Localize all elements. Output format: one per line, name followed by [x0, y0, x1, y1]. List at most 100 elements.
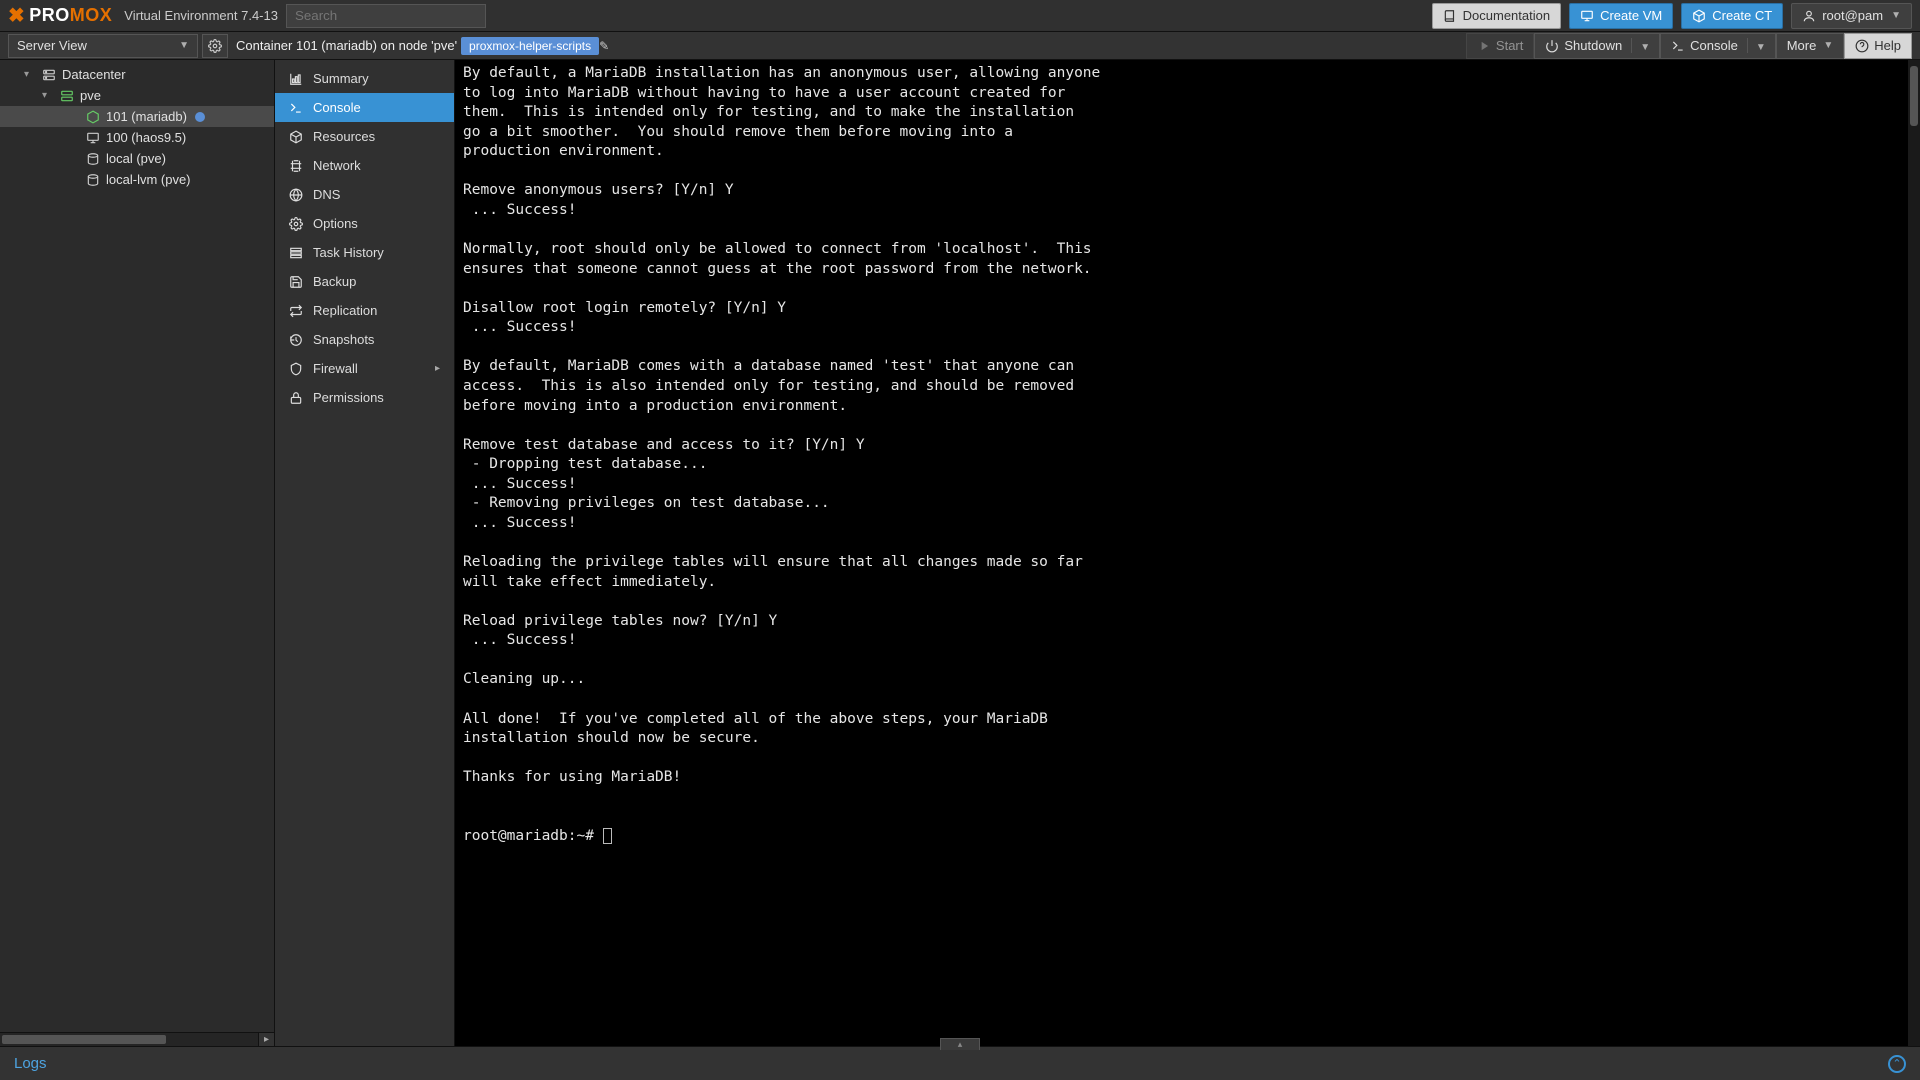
console-button[interactable]: Console ▼	[1660, 33, 1776, 59]
tab-task-history[interactable]: Task History	[275, 238, 454, 267]
shutdown-button[interactable]: Shutdown ▼	[1534, 33, 1660, 59]
tab-summary[interactable]: Summary	[275, 64, 454, 93]
vm-icon	[86, 131, 100, 145]
user-label: root@pam	[1822, 8, 1883, 23]
user-menu-button[interactable]: root@pam ▼	[1791, 3, 1912, 29]
resource-tag[interactable]: proxmox-helper-scripts	[461, 37, 599, 55]
server-icon	[42, 68, 56, 82]
user-icon	[1802, 9, 1816, 23]
top-bar: ✖ PROMOX Virtual Environment 7.4-13 Docu…	[0, 0, 1920, 32]
tab-label: Permissions	[313, 390, 384, 405]
chevron-down-icon: ▼	[1823, 40, 1833, 51]
logo-pro: PRO	[29, 5, 70, 25]
search-input[interactable]	[286, 4, 486, 28]
tree-node-label: Datacenter	[62, 67, 126, 82]
tree-node-label: local-lvm (pve)	[106, 172, 191, 187]
tab-label: Resources	[313, 129, 375, 144]
chart-icon	[289, 72, 303, 86]
tree-settings-button[interactable]	[202, 34, 228, 58]
tree-node-label: 101 (mariadb)	[106, 109, 187, 124]
lxc-icon	[86, 110, 100, 124]
terminal-icon	[1671, 39, 1685, 53]
cube-icon	[289, 130, 303, 144]
tree-node-3[interactable]: 100 (haos9.5)	[0, 127, 274, 148]
console-terminal[interactable]: By default, a MariaDB installation has a…	[455, 60, 1920, 1046]
tab-firewall[interactable]: Firewall▸	[275, 354, 454, 383]
cube-icon	[1692, 9, 1706, 23]
gear-icon	[208, 39, 222, 53]
tree-view-label: Server View	[17, 38, 87, 53]
help-button[interactable]: Help	[1844, 33, 1912, 59]
tree-expand-icon[interactable]: ▾	[42, 90, 54, 101]
tab-backup[interactable]: Backup	[275, 267, 454, 296]
tab-label: Console	[313, 100, 361, 115]
tab-replication[interactable]: Replication	[275, 296, 454, 325]
scrollbar-thumb[interactable]	[1910, 66, 1918, 126]
bottom-panel: Logs ⌃	[0, 1046, 1920, 1080]
tab-dns[interactable]: DNS	[275, 180, 454, 209]
book-icon	[1443, 9, 1457, 23]
tab-label: Network	[313, 158, 361, 173]
chevron-down-icon: ▼	[1756, 42, 1766, 53]
tab-permissions[interactable]: Permissions	[275, 383, 454, 412]
documentation-button[interactable]: Documentation	[1432, 3, 1561, 29]
create-vm-label: Create VM	[1600, 8, 1662, 23]
logo-x-icon: ✖	[8, 3, 25, 28]
chevron-down-icon: ▼	[1891, 10, 1901, 21]
node-icon	[60, 89, 74, 103]
tab-label: Summary	[313, 71, 369, 86]
tree-node-2[interactable]: 101 (mariadb)	[0, 106, 274, 127]
list-icon	[289, 246, 303, 260]
storage-icon	[86, 152, 100, 166]
log-panel-drag-handle[interactable]: ▴	[940, 1038, 980, 1050]
tab-label: Replication	[313, 303, 377, 318]
tree-expand-icon[interactable]: ▾	[24, 69, 36, 80]
tab-console[interactable]: Console	[275, 93, 454, 122]
shutdown-menu-button[interactable]: ▼	[1631, 38, 1656, 53]
resource-tree: ▾ Datacenter ▾ pve 101 (mariadb) 100 (haos9.5…	[0, 60, 275, 1046]
console-scrollbar[interactable]	[1908, 60, 1920, 1046]
start-button[interactable]: Start	[1466, 33, 1534, 59]
logo-mox: MOX	[70, 5, 113, 25]
expand-logs-button[interactable]: ⌃	[1888, 1055, 1906, 1073]
tab-resources[interactable]: Resources	[275, 122, 454, 151]
edit-tags-button[interactable]: ✎	[599, 39, 609, 53]
history-icon	[289, 333, 303, 347]
tree-h-scrollbar[interactable]: ▸	[0, 1032, 274, 1046]
documentation-label: Documentation	[1463, 8, 1550, 23]
console-menu-button[interactable]: ▼	[1747, 38, 1772, 53]
monitor-icon	[1580, 9, 1594, 23]
tab-options[interactable]: Options	[275, 209, 454, 238]
power-icon	[1545, 39, 1559, 53]
tree-node-0[interactable]: ▾ Datacenter	[0, 64, 274, 85]
tree-view-selector[interactable]: Server View ▼	[8, 34, 198, 58]
play-icon	[1477, 39, 1491, 53]
scroll-right-button[interactable]: ▸	[258, 1033, 274, 1046]
net-icon	[289, 159, 303, 173]
version-label: Virtual Environment 7.4-13	[124, 8, 278, 23]
replicate-icon	[289, 304, 303, 318]
logo: ✖ PROMOX	[8, 3, 112, 28]
tree-node-label: pve	[80, 88, 101, 103]
lock-icon	[289, 391, 303, 405]
scrollbar-thumb[interactable]	[2, 1035, 166, 1044]
create-ct-button[interactable]: Create CT	[1681, 3, 1783, 29]
tree-node-4[interactable]: local (pve)	[0, 148, 274, 169]
console-output: By default, a MariaDB installation has a…	[463, 64, 1912, 788]
create-vm-button[interactable]: Create VM	[1569, 3, 1673, 29]
console-prompt-line[interactable]: root@mariadb:~#	[463, 827, 1912, 847]
console-label: Console	[1690, 38, 1738, 53]
logs-tab[interactable]: Logs	[14, 1055, 47, 1072]
tab-label: Options	[313, 216, 358, 231]
tree-node-1[interactable]: ▾ pve	[0, 85, 274, 106]
tab-snapshots[interactable]: Snapshots	[275, 325, 454, 354]
resource-tab-menu: Summary Console Resources Network DNS Options…	[275, 60, 455, 1046]
globe-icon	[289, 188, 303, 202]
more-button[interactable]: More ▼	[1776, 33, 1845, 59]
tree-node-5[interactable]: local-lvm (pve)	[0, 169, 274, 190]
tab-network[interactable]: Network	[275, 151, 454, 180]
content-panel: Summary Console Resources Network DNS Options…	[275, 60, 1920, 1046]
chevron-down-icon: ▼	[1640, 42, 1650, 53]
more-label: More	[1787, 38, 1817, 53]
storage-icon	[86, 173, 100, 187]
